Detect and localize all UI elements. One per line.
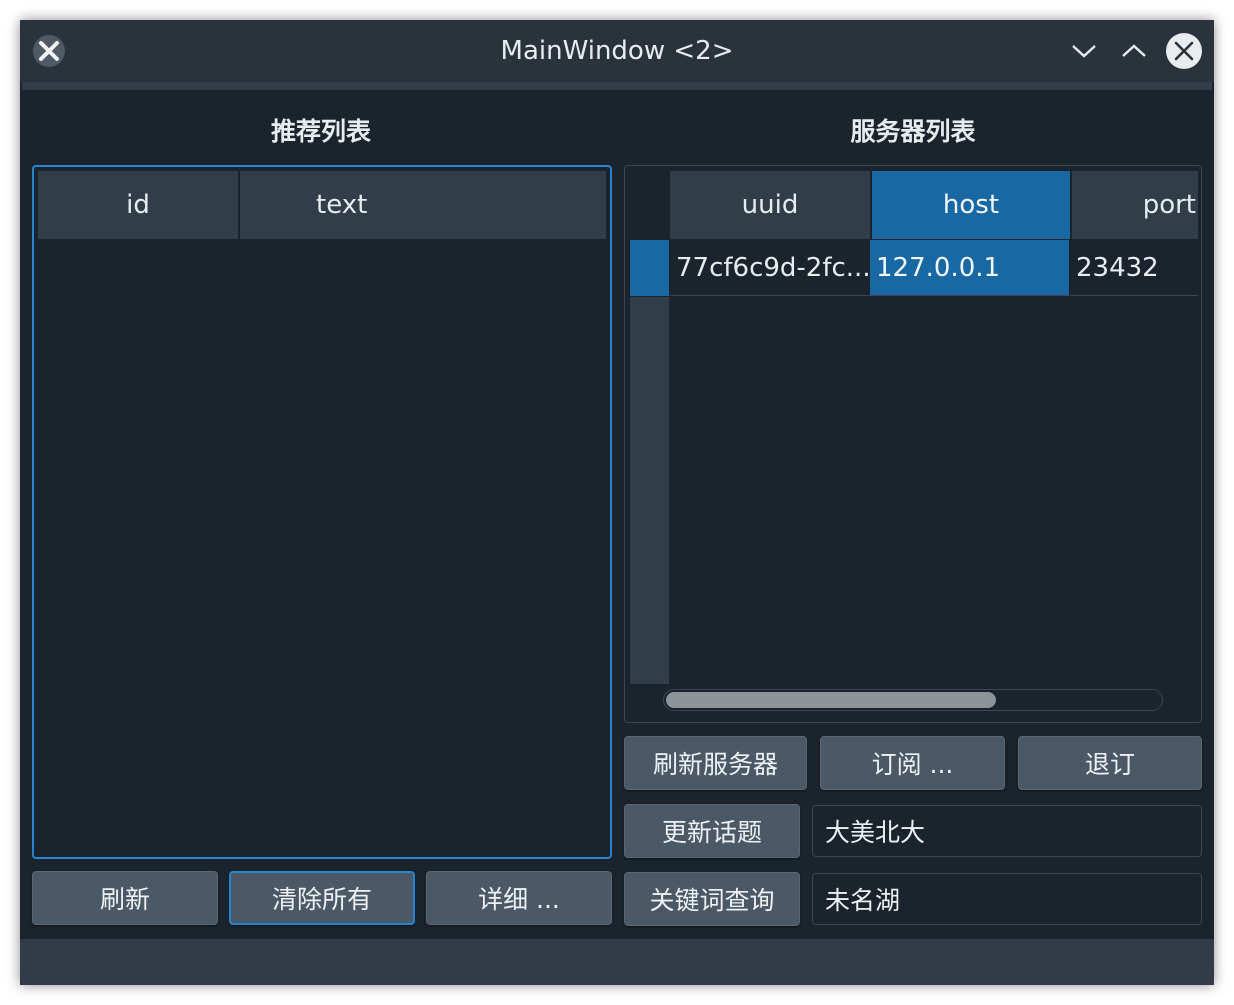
row-header-column xyxy=(630,297,669,684)
scrollbar-thumb[interactable] xyxy=(666,692,996,708)
cell-uuid[interactable]: 77cf6c9d-2fc... xyxy=(670,240,870,296)
chevron-down-icon[interactable] xyxy=(1066,33,1102,69)
cell-port[interactable]: 23432 xyxy=(1070,240,1198,296)
unsubscribe-button[interactable]: 退订 xyxy=(1018,736,1202,790)
horizontal-scrollbar[interactable] xyxy=(663,689,1163,711)
row-header-selected[interactable] xyxy=(630,240,669,296)
status-bar xyxy=(20,939,1214,985)
recommend-table[interactable]: id text xyxy=(32,165,612,859)
column-header-port[interactable]: port xyxy=(1072,171,1198,239)
update-topic-button[interactable]: 更新话题 xyxy=(624,804,800,858)
cell-host[interactable]: 127.0.0.1 xyxy=(870,240,1069,296)
keyword-query-button[interactable]: 关键词查询 xyxy=(624,872,800,926)
column-header-text[interactable]: text xyxy=(240,171,606,239)
server-table[interactable]: uuid host port 77cf6c9d-2fc... 127.0.0.1… xyxy=(624,165,1202,723)
table-corner xyxy=(629,170,669,238)
recommend-list-heading: 推荐列表 xyxy=(270,117,371,146)
column-header-host[interactable]: host xyxy=(872,171,1070,239)
close-icon[interactable] xyxy=(1166,33,1202,69)
keyword-field[interactable]: 未名湖 xyxy=(812,873,1202,925)
topic-field[interactable]: 大美北大 xyxy=(812,805,1202,857)
column-header-uuid[interactable]: uuid xyxy=(670,171,870,239)
window-title: MainWindow <2> xyxy=(500,36,734,66)
main-window: MainWindow <2> 推荐列表 id text 刷新 清除所有 详细 .… xyxy=(20,20,1214,985)
subscribe-button[interactable]: 订阅 ... xyxy=(820,736,1005,790)
clear-all-button[interactable]: 清除所有 xyxy=(229,871,415,925)
details-button[interactable]: 详细 ... xyxy=(426,871,612,925)
refresh-servers-button[interactable]: 刷新服务器 xyxy=(624,736,807,790)
column-header-id[interactable]: id xyxy=(38,171,238,239)
refresh-button[interactable]: 刷新 xyxy=(32,871,218,925)
title-bar: MainWindow <2> xyxy=(20,20,1214,82)
menu-strip xyxy=(22,82,1212,90)
chevron-up-icon[interactable] xyxy=(1116,33,1152,69)
server-list-heading: 服务器列表 xyxy=(850,117,976,146)
